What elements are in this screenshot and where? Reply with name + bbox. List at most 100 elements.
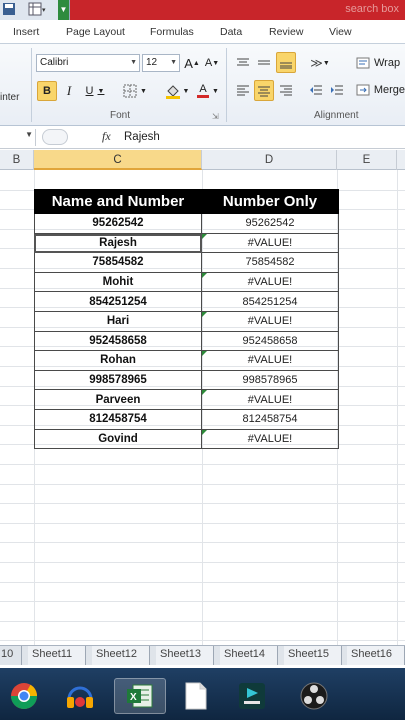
- name-cell[interactable]: Hari: [34, 312, 202, 332]
- align-top-button[interactable]: [234, 54, 252, 72]
- number-cell[interactable]: 812458754: [202, 410, 339, 430]
- column-header-c[interactable]: C: [34, 150, 202, 170]
- bold-button[interactable]: B: [37, 81, 57, 101]
- tab-formulas[interactable]: Formulas: [150, 26, 194, 38]
- error-indicator-icon[interactable]: [202, 272, 207, 278]
- name-cell[interactable]: 95262542: [34, 214, 202, 234]
- number-cell[interactable]: #VALUE!: [202, 390, 339, 410]
- name-cell[interactable]: 812458754: [34, 410, 202, 430]
- number-cell[interactable]: #VALUE!: [202, 351, 339, 371]
- qat-table-icon[interactable]: ▾: [28, 2, 46, 17]
- number-cell[interactable]: 998578965: [202, 370, 339, 391]
- number-cell[interactable]: #VALUE!: [202, 272, 339, 293]
- tab-page-layout[interactable]: Page Layout: [66, 26, 125, 38]
- number-cell[interactable]: #VALUE!: [202, 312, 339, 332]
- number-cell[interactable]: 75854582: [202, 253, 339, 273]
- align-right-button[interactable]: [277, 81, 295, 99]
- sheet-tab[interactable]: Sheet16: [347, 646, 405, 665]
- font-size-select[interactable]: 12 ▼: [142, 54, 180, 72]
- gridline: [0, 464, 405, 465]
- name-cell[interactable]: 75854582: [34, 253, 202, 273]
- tab-insert[interactable]: Insert: [13, 26, 39, 38]
- sheet-tab[interactable]: 10: [0, 646, 22, 665]
- sheet-tab[interactable]: Sheet12: [92, 646, 150, 665]
- gridline: [397, 170, 398, 645]
- number-cell[interactable]: #VALUE!: [202, 233, 339, 254]
- bold-label: B: [43, 85, 51, 97]
- name-cell[interactable]: Parveen: [34, 390, 202, 410]
- font-dialog-launcher-icon[interactable]: ⇲: [212, 112, 219, 121]
- merge-center-button[interactable]: Merge: [356, 81, 405, 99]
- increase-indent-button[interactable]: [328, 81, 346, 99]
- column-header-e[interactable]: E: [337, 150, 397, 170]
- number-cell[interactable]: 952458658: [202, 331, 339, 352]
- fill-color-button[interactable]: ▼: [163, 81, 191, 101]
- chrome-icon[interactable]: [4, 678, 44, 714]
- qat-save-icon[interactable]: [2, 2, 16, 17]
- align-middle-icon: [258, 60, 270, 65]
- number-cell[interactable]: 854251254: [202, 292, 339, 312]
- align-middle-button[interactable]: [255, 54, 273, 72]
- media-icon[interactable]: [60, 678, 100, 714]
- excel-icon[interactable]: X: [114, 678, 166, 714]
- underline-button[interactable]: U ▼: [82, 81, 108, 101]
- sheet-tab[interactable]: Sheet14: [220, 646, 278, 665]
- error-indicator-icon[interactable]: [202, 233, 207, 239]
- chevron-down-icon: ▼: [170, 59, 177, 66]
- font-name-select[interactable]: Calibri ▼: [36, 54, 140, 72]
- sheet-tab[interactable]: Sheet13: [156, 646, 214, 665]
- error-indicator-icon[interactable]: [202, 390, 207, 396]
- table-row: 95262542 95262542: [34, 214, 339, 234]
- align-left-icon: [237, 85, 249, 96]
- name-cell[interactable]: 952458658: [34, 331, 202, 352]
- formula-input[interactable]: Rajesh: [124, 131, 160, 143]
- grow-font-button[interactable]: A ▲: [184, 54, 200, 72]
- name-cell[interactable]: Mohit: [34, 272, 202, 293]
- name-cell[interactable]: 998578965: [34, 370, 202, 391]
- column-header-d[interactable]: D: [202, 150, 337, 170]
- number-cell[interactable]: 95262542: [202, 214, 339, 234]
- align-center-button[interactable]: [254, 80, 274, 101]
- error-indicator-icon[interactable]: [202, 351, 207, 357]
- error-indicator-icon[interactable]: [202, 312, 207, 317]
- shrink-font-button[interactable]: A ▼: [204, 54, 220, 72]
- table-row: Govind #VALUE!: [34, 429, 339, 450]
- tab-view[interactable]: View: [329, 26, 352, 38]
- borders-button[interactable]: ▼: [120, 81, 150, 101]
- font-color-button[interactable]: A ▼: [195, 81, 221, 101]
- table-header-cell[interactable]: Name and Number: [34, 189, 202, 214]
- tab-data[interactable]: Data: [220, 26, 242, 38]
- sheet-tab[interactable]: Sheet11: [28, 646, 86, 665]
- column-headers: B C D E: [0, 150, 405, 170]
- name-cell[interactable]: 854251254: [34, 292, 202, 312]
- qat-customize-icon[interactable]: ▼: [58, 0, 69, 20]
- name-cell[interactable]: Rohan: [34, 351, 202, 371]
- active-cell[interactable]: Rajesh: [34, 233, 202, 254]
- file-icon[interactable]: [176, 678, 216, 714]
- decrease-indent-button[interactable]: [307, 81, 325, 99]
- chevron-down-icon: ▼: [25, 130, 33, 139]
- error-indicator-icon[interactable]: [202, 429, 207, 435]
- search-box[interactable]: search box: [345, 3, 399, 15]
- gridline: [0, 542, 405, 544]
- italic-button[interactable]: I: [60, 81, 78, 101]
- name-cell[interactable]: Govind: [34, 429, 202, 450]
- alignment-group-label: Alignment: [314, 110, 359, 121]
- wrap-text-button[interactable]: Wrap: [356, 54, 405, 72]
- insert-function-button[interactable]: fx: [102, 129, 111, 144]
- name-box[interactable]: ▼: [0, 129, 36, 146]
- orientation-button[interactable]: ≫ ▼: [308, 54, 332, 72]
- editor-icon[interactable]: [232, 678, 272, 714]
- format-painter-label[interactable]: inter: [0, 92, 19, 103]
- obs-icon[interactable]: [294, 678, 334, 714]
- table-header-cell[interactable]: Number Only: [202, 189, 339, 214]
- number-cell[interactable]: #VALUE!: [202, 429, 339, 450]
- table-row: Rohan #VALUE!: [34, 351, 339, 371]
- sheet-tab[interactable]: Sheet15: [284, 646, 342, 665]
- column-header-b[interactable]: B: [0, 150, 34, 170]
- cancel-enter-control[interactable]: [42, 129, 68, 145]
- align-left-button[interactable]: [234, 81, 252, 99]
- tab-review[interactable]: Review: [269, 26, 303, 38]
- align-bottom-button[interactable]: [276, 52, 296, 73]
- borders-icon: [123, 84, 137, 98]
